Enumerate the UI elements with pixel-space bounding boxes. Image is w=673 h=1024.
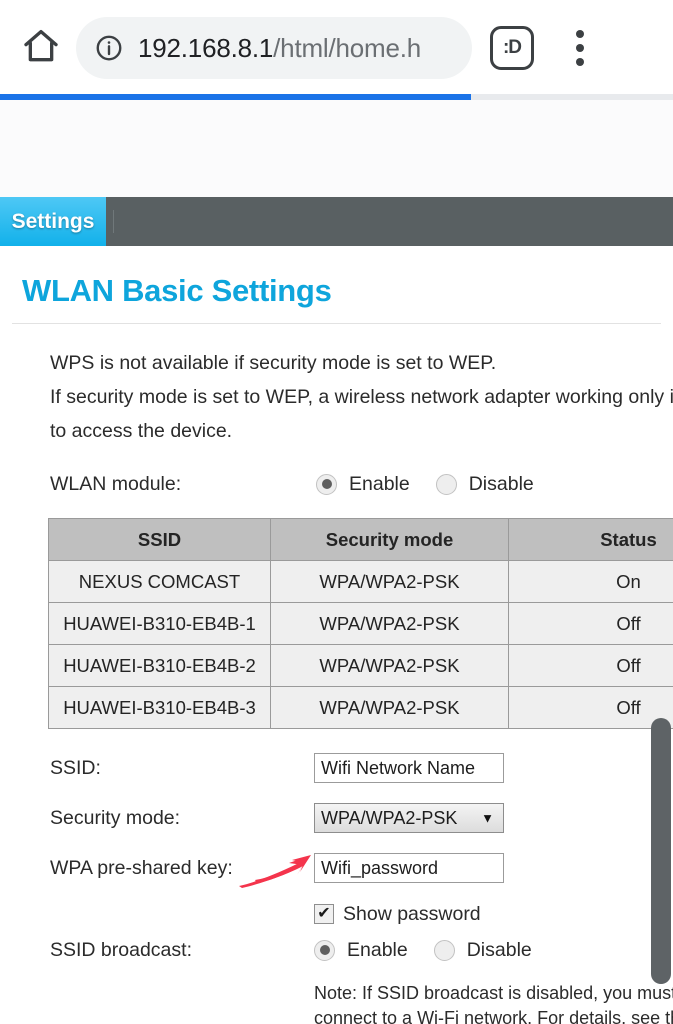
ssid-broadcast-disable-label: Disable	[467, 939, 532, 962]
cell-ssid: HUAWEI-B310-EB4B-1	[49, 603, 271, 645]
intro-line-1: WPS is not available if security mode is…	[50, 346, 673, 380]
security-mode-select[interactable]: WPA/WPA2-PSK ▼	[314, 803, 504, 833]
intro-text-block: WPS is not available if security mode is…	[0, 324, 673, 448]
cell-ssid: HUAWEI-B310-EB4B-3	[49, 687, 271, 729]
smiley-extension-button[interactable]: :D	[490, 26, 534, 70]
psk-field-row: WPA pre-shared key:	[0, 847, 673, 889]
security-mode-label: Security mode:	[50, 807, 314, 830]
wlan-module-enable-label: Enable	[349, 473, 410, 496]
ssid-broadcast-disable-radio[interactable]	[434, 940, 455, 961]
ssid-input[interactable]	[314, 753, 504, 783]
cell-security: WPA/WPA2-PSK	[271, 561, 509, 603]
url-text: 192.168.8.1/html/home.h	[138, 33, 421, 64]
table-header-security-mode: Security mode	[271, 519, 509, 561]
smiley-icon: :D	[503, 37, 521, 59]
table-row[interactable]: NEXUS COMCAST WPA/WPA2-PSK On	[49, 561, 673, 603]
checkmark-icon: ✔	[317, 906, 330, 922]
url-host: 192.168.8.1	[138, 33, 273, 63]
security-mode-value: WPA/WPA2-PSK	[321, 808, 457, 829]
show-password-row: ✔ Show password	[0, 897, 673, 931]
browser-toolbar: 192.168.8.1/html/home.h :D	[0, 0, 673, 96]
router-web-page: Settings WLAN Basic Settings WPS is not …	[0, 100, 673, 1024]
wlan-module-label: WLAN module:	[50, 473, 316, 496]
nav-divider	[113, 210, 114, 233]
ssid-broadcast-row: SSID broadcast: Enable Disable	[0, 931, 673, 969]
tab-settings-label: Settings	[12, 210, 95, 234]
intro-line-2: If security mode is set to WEP, a wirele…	[50, 380, 673, 414]
wlan-form: SSID: Security mode: WPA/WPA2-PSK ▼ WPA …	[0, 747, 673, 1024]
ssid-broadcast-note: Note: If SSID broadcast is disabled, you…	[0, 969, 673, 1024]
three-dot-menu-icon	[576, 44, 584, 52]
url-bar[interactable]: 192.168.8.1/html/home.h	[76, 17, 472, 79]
intro-line-3: to access the device.	[50, 414, 673, 448]
ssid-broadcast-label: SSID broadcast:	[50, 939, 314, 962]
show-password-checkbox[interactable]: ✔	[314, 904, 334, 924]
cell-security: WPA/WPA2-PSK	[271, 645, 509, 687]
wpa-preshared-key-input[interactable]	[314, 853, 504, 883]
note-line-2-text: connect to a Wi-Fi network. For details,…	[314, 1008, 673, 1024]
note-line-2: connect to a Wi-Fi network. For details,…	[314, 1006, 673, 1024]
show-password-label: Show password	[343, 903, 481, 926]
settings-content: WLAN Basic Settings WPS is not available…	[0, 246, 673, 1024]
wlan-module-enable-radio[interactable]	[316, 474, 337, 495]
cell-security: WPA/WPA2-PSK	[271, 603, 509, 645]
cell-ssid: HUAWEI-B310-EB4B-2	[49, 645, 271, 687]
psk-label: WPA pre-shared key:	[50, 857, 314, 880]
browser-menu-button[interactable]	[558, 24, 602, 72]
cell-status: Off	[509, 603, 673, 645]
wlan-module-disable-label: Disable	[469, 473, 534, 496]
url-path: /html/home.h	[273, 33, 421, 63]
ssid-broadcast-enable-label: Enable	[347, 939, 408, 962]
cell-status: On	[509, 561, 673, 603]
cell-status: Off	[509, 687, 673, 729]
table-row[interactable]: HUAWEI-B310-EB4B-2 WPA/WPA2-PSK Off	[49, 645, 673, 687]
three-dot-menu-icon	[576, 30, 584, 38]
cell-security: WPA/WPA2-PSK	[271, 687, 509, 729]
chevron-down-icon: ▼	[481, 811, 494, 826]
table-row[interactable]: HUAWEI-B310-EB4B-1 WPA/WPA2-PSK Off	[49, 603, 673, 645]
ssid-broadcast-radio-group: Enable Disable	[314, 939, 546, 962]
security-mode-row: Security mode: WPA/WPA2-PSK ▼	[0, 797, 673, 839]
table-header-ssid: SSID	[49, 519, 271, 561]
tab-settings[interactable]: Settings	[0, 197, 106, 246]
page-title: WLAN Basic Settings	[0, 246, 673, 323]
wlan-module-disable-radio[interactable]	[436, 474, 457, 495]
table-row[interactable]: HUAWEI-B310-EB4B-3 WPA/WPA2-PSK Off	[49, 687, 673, 729]
note-line-1: Note: If SSID broadcast is disabled, you…	[314, 981, 673, 1006]
info-icon[interactable]	[94, 33, 124, 63]
home-icon	[21, 26, 61, 71]
wlan-module-row: WLAN module: Enable Disable	[0, 464, 673, 504]
cell-status: Off	[509, 645, 673, 687]
three-dot-menu-icon	[576, 58, 584, 66]
ssid-label: SSID:	[50, 757, 314, 780]
ssid-table: SSID Security mode Status NEXUS COMCAST …	[48, 518, 673, 729]
ssid-broadcast-enable-radio[interactable]	[314, 940, 335, 961]
vertical-scrollbar-thumb[interactable]	[651, 718, 671, 984]
table-header-status: Status	[509, 519, 673, 561]
page-top-whitespace	[0, 100, 673, 197]
table-header-row: SSID Security mode Status	[49, 519, 673, 561]
home-button[interactable]	[10, 17, 72, 79]
wlan-module-radio-group: Enable Disable	[316, 473, 548, 496]
ssid-field-row: SSID:	[0, 747, 673, 789]
main-nav-bar: Settings	[0, 197, 673, 246]
cell-ssid: NEXUS COMCAST	[49, 561, 271, 603]
